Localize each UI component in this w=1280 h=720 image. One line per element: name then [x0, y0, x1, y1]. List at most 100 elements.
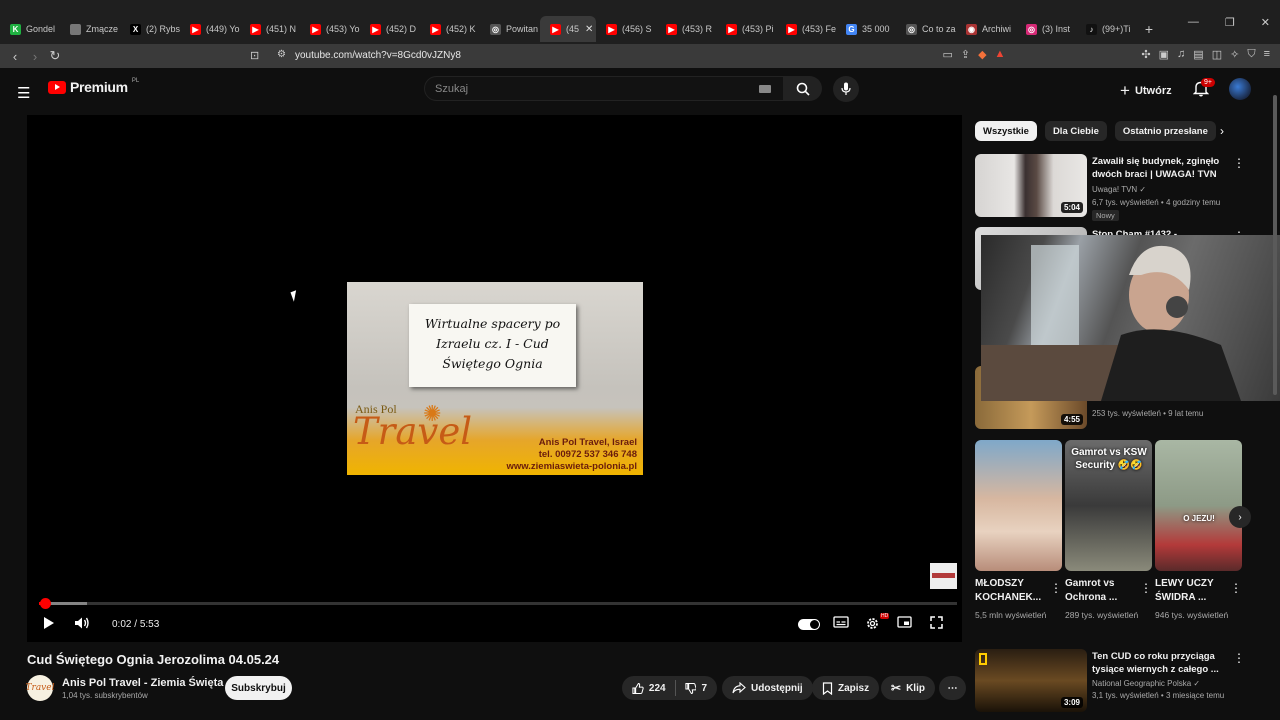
short-title[interactable]: LEWY UCZY ŚWIDRA ...	[1155, 577, 1229, 605]
short-item[interactable]: MŁODSZY KOCHANEK... 5,5 mln wyświetleń ⋮	[975, 440, 1062, 620]
clip-button[interactable]: ✂ Klip	[881, 676, 935, 700]
leo-icon[interactable]: ✧	[1230, 48, 1239, 61]
save-button[interactable]: Zapisz	[812, 676, 880, 700]
scrubber-handle[interactable]	[39, 598, 51, 609]
notifications-button[interactable]: 9+	[1192, 78, 1215, 102]
share-button[interactable]: Udostępnij	[722, 676, 813, 700]
rewards-icon[interactable]: ▲	[995, 48, 1006, 61]
browser-tab[interactable]: ◎ (3) Inst	[1016, 16, 1076, 42]
related-video[interactable]: 5:04 Zawalił się budynek, zginęło dwóch …	[975, 154, 1250, 224]
channel-avatar[interactable]: Travel	[26, 675, 54, 701]
more-vertical-icon[interactable]: ⋮	[1230, 581, 1242, 595]
channel-watermark[interactable]	[930, 563, 957, 589]
chip-all[interactable]: Wszystkie	[975, 121, 1037, 141]
settings-button[interactable]	[865, 616, 880, 631]
short-thumbnail[interactable]	[975, 440, 1062, 571]
subscribe-button[interactable]: Subskrybuj	[225, 676, 292, 700]
chips-next-icon[interactable]: ›	[1220, 124, 1224, 138]
browser-tab[interactable]: ▶ (453) R	[656, 16, 716, 42]
forward-icon[interactable]: ›	[25, 49, 45, 64]
autoplay-toggle[interactable]	[798, 619, 820, 630]
browser-tab[interactable]: ▶ (456) S	[596, 16, 656, 42]
search-button[interactable]	[784, 76, 822, 101]
browser-tab[interactable]: X (2) Rybs	[120, 16, 180, 42]
close-window-icon[interactable]: ✕	[1261, 16, 1270, 29]
more-vertical-icon[interactable]: ⋮	[1233, 651, 1245, 665]
maximize-icon[interactable]: ❐	[1225, 16, 1235, 29]
fullscreen-button[interactable]	[930, 616, 943, 629]
cast-icon[interactable]: ▭	[942, 48, 952, 61]
video-title[interactable]: Zawalił się budynek, zginęło dwóch braci…	[1092, 155, 1222, 181]
browser-tab[interactable]: ▶ (452) D	[360, 16, 420, 42]
browser-tab[interactable]: ▶ (451) N	[240, 16, 300, 42]
video-thumbnail[interactable]: 5:04	[975, 154, 1087, 217]
browser-tab[interactable]: K Gondel	[0, 16, 60, 42]
progress-bar[interactable]	[39, 598, 957, 609]
music-icon[interactable]: ♫	[1177, 48, 1185, 61]
short-item[interactable]: Gamrot vs KSW Security 🤣🤣 Gamrot vs Ochro…	[1065, 440, 1152, 620]
browser-tab[interactable]: G 35 000	[836, 16, 896, 42]
reload-icon[interactable]: ↻	[45, 48, 65, 64]
page-scrollbar[interactable]	[1271, 85, 1279, 705]
more-vertical-icon[interactable]: ⋮	[1140, 581, 1152, 595]
volume-button[interactable]	[74, 616, 91, 630]
browser-tab[interactable]: ◎ Powitan	[480, 16, 540, 42]
guide-menu-icon[interactable]: ☰	[17, 84, 30, 102]
brave-shield-icon[interactable]: ◆	[978, 48, 986, 61]
play-button[interactable]	[41, 616, 55, 630]
extension-puzzle-icon[interactable]: ✣	[1141, 48, 1150, 61]
browser-tab[interactable]: ▶ (453) Pi	[716, 16, 776, 42]
browser-tab[interactable]: Zmącze	[60, 16, 120, 42]
video-player[interactable]: Wirtualne spacery po Izraelu cz. I - Cud…	[27, 115, 962, 642]
short-thumbnail[interactable]: Gamrot vs KSW Security 🤣🤣	[1065, 440, 1152, 571]
account-avatar[interactable]	[1229, 78, 1251, 100]
more-vertical-icon[interactable]: ⋮	[1233, 156, 1245, 170]
bookmark-icon[interactable]: ⊡	[250, 49, 259, 62]
related-video[interactable]: 3:09 Ten CUD co roku przyciąga tysiące w…	[975, 649, 1250, 712]
vpn-icon[interactable]: ⛉	[1247, 48, 1255, 61]
short-item[interactable]: O JEZU! LEWY UCZY ŚWIDRA ... 946 tys. wyśw…	[1155, 440, 1242, 620]
new-tab-button[interactable]: +	[1136, 16, 1162, 42]
menu-icon[interactable]: ≡	[1264, 48, 1270, 61]
minimize-icon[interactable]: —	[1188, 16, 1199, 29]
share-page-icon[interactable]: ⇪	[961, 48, 970, 61]
close-tab-icon[interactable]: ✕	[585, 24, 593, 35]
browser-tab[interactable]: ◉ Archiwi	[956, 16, 1016, 42]
thumbs-up-icon[interactable]	[632, 682, 644, 695]
dislike-count[interactable]: 7	[701, 683, 707, 694]
video-title[interactable]: Ten CUD co roku przyciąga tysiące wierny…	[1092, 650, 1222, 676]
video-channel[interactable]: National Geographic Polska ✓	[1092, 679, 1200, 688]
wallet2-icon[interactable]: ◫	[1212, 48, 1222, 61]
search-input[interactable]	[425, 77, 725, 100]
chip-for-you[interactable]: Dla Ciebie	[1044, 121, 1107, 141]
create-button[interactable]: + Utwórz	[1120, 81, 1172, 101]
short-thumbnail[interactable]: O JEZU!	[1155, 440, 1242, 571]
shorts-next-button[interactable]: ›	[1229, 506, 1251, 528]
subtitles-button[interactable]	[833, 616, 849, 628]
sidebar-icon[interactable]: ▤	[1193, 48, 1203, 61]
url-field[interactable]: youtube.com/watch?v=8Gcd0vJZNy8	[295, 50, 461, 61]
miniplayer-button[interactable]	[897, 616, 912, 628]
browser-tab[interactable]: ◎ Co to za	[896, 16, 956, 42]
browser-tab[interactable]: ▶ (452) K	[420, 16, 480, 42]
keyboard-icon[interactable]	[759, 85, 771, 93]
youtube-logo[interactable]: Premium PL	[48, 78, 139, 95]
chip-recently-uploaded[interactable]: Ostatnio przesłane	[1114, 121, 1216, 141]
browser-tab[interactable]: ▶ (45 ✕	[540, 16, 596, 42]
short-title[interactable]: Gamrot vs Ochrona ...	[1065, 577, 1139, 605]
voice-search-button[interactable]	[833, 76, 859, 102]
more-actions-button[interactable]: ⋯	[939, 676, 966, 700]
browser-tab[interactable]: ▶ (449) Yo	[180, 16, 240, 42]
video-thumbnail[interactable]: 3:09	[975, 649, 1087, 712]
browser-tab[interactable]: ▶ (453) Yo	[300, 16, 360, 42]
back-icon[interactable]: ‹	[5, 49, 25, 64]
channel-name[interactable]: Anis Pol Travel - Ziemia Święta	[62, 677, 223, 689]
more-vertical-icon[interactable]: ⋮	[1050, 581, 1062, 595]
thumbs-down-icon[interactable]	[684, 682, 697, 695]
wallet-icon[interactable]: ▣	[1159, 48, 1169, 61]
video-channel[interactable]: Uwaga! TVN ✓	[1092, 185, 1146, 194]
site-info-icon[interactable]: ⚙	[277, 49, 286, 60]
browser-tab[interactable]: ♪ (99+)Ti	[1076, 16, 1136, 42]
browser-tab[interactable]: ▶ (453) Fe	[776, 16, 836, 42]
like-count[interactable]: 224	[649, 683, 666, 694]
